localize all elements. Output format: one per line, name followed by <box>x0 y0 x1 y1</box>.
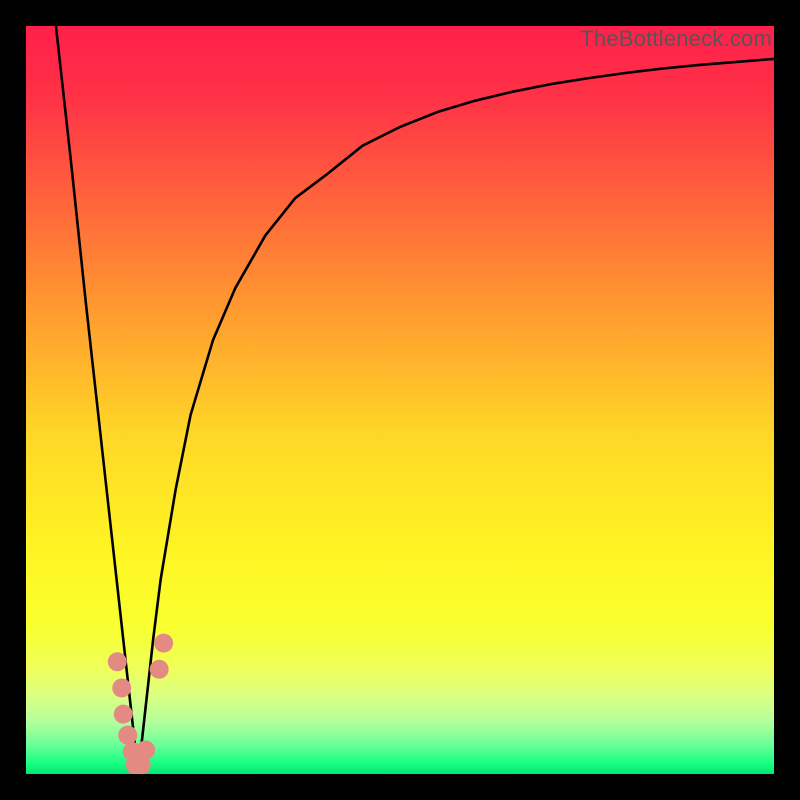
marker-dot <box>112 678 131 697</box>
marker-dot <box>136 741 155 760</box>
gradient-background <box>26 26 774 774</box>
marker-dot <box>150 660 169 679</box>
marker-dot <box>108 652 127 671</box>
marker-dot <box>114 705 133 724</box>
watermark-label: TheBottleneck.com <box>580 26 772 52</box>
marker-dot <box>154 634 173 653</box>
marker-dot <box>118 726 137 745</box>
plot-area <box>26 26 774 774</box>
chart-frame: TheBottleneck.com <box>0 0 800 800</box>
chart-svg <box>26 26 774 774</box>
